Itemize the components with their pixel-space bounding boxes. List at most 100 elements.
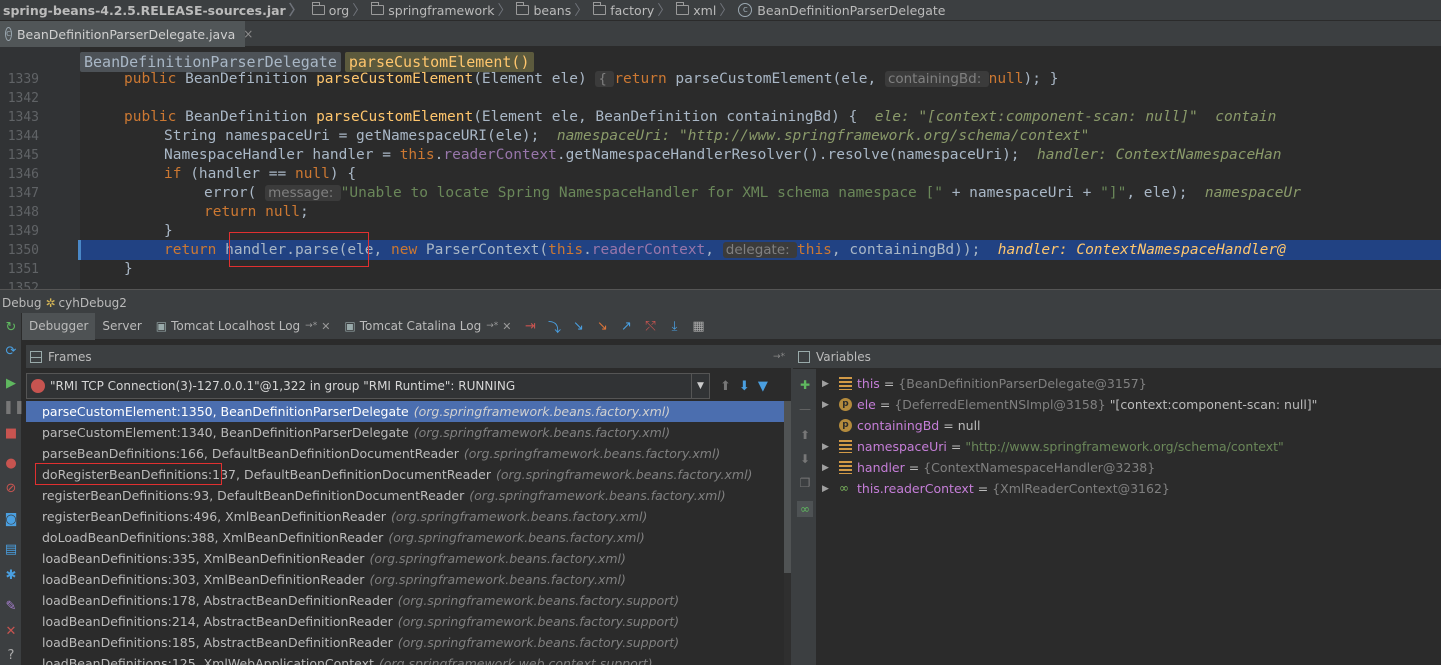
- code-editor[interactable]: 1339 1342 1343 1344 1345 1346 1347 1348 …: [0, 47, 1441, 296]
- log-icon: ▣: [155, 319, 168, 333]
- pin-icon[interactable]: →*: [305, 321, 317, 331]
- remove-watch-icon[interactable]: —: [797, 401, 813, 417]
- evaluate-expression-icon[interactable]: ▦: [690, 317, 708, 335]
- pin-icon[interactable]: →*: [486, 321, 498, 331]
- frame-row[interactable]: loadBeanDefinitions:335, XmlBeanDefiniti…: [26, 548, 784, 569]
- breadcrumb-folder-xml[interactable]: xml 〉: [676, 0, 738, 21]
- object-icon: [839, 377, 852, 390]
- mute-breakpoints-icon[interactable]: ⊘: [3, 482, 19, 496]
- tab-server[interactable]: Server: [95, 313, 148, 340]
- frame-row[interactable]: loadBeanDefinitions:303, XmlBeanDefiniti…: [26, 569, 784, 590]
- force-step-into-icon[interactable]: ↘: [594, 317, 612, 335]
- drop-frame-icon[interactable]: ⤲: [642, 317, 660, 335]
- variable-row[interactable]: ▶ ∞ this.readerContext = {XmlReaderContext@3…: [817, 478, 1170, 499]
- arrow-down-icon[interactable]: ⬇: [739, 379, 750, 394]
- close-icon[interactable]: ×: [243, 27, 253, 41]
- folder-icon: [516, 2, 530, 15]
- annotation-box-doregister-frame: [35, 463, 222, 485]
- frames-list[interactable]: parseCustomElement:1350, BeanDefinitionP…: [26, 401, 784, 665]
- variable-row[interactable]: p containingBd = null: [817, 415, 981, 436]
- breadcrumb-jar[interactable]: spring-beans-4.2.5.RELEASE-sources.jar 〉: [0, 0, 312, 21]
- variable-row[interactable]: ▶ p ele = {DeferredElementNSImpl@3158} "[cont…: [817, 394, 1317, 415]
- tab-tomcat-catalina-log[interactable]: ▣ Tomcat Catalina Log →* ✕: [337, 313, 518, 340]
- bug-icon: ✲: [45, 295, 56, 310]
- copy-icon[interactable]: ❐: [797, 475, 813, 491]
- object-icon: [839, 461, 852, 474]
- variable-row[interactable]: ▶ handler = {ContextNamespaceHandler@3238}: [817, 457, 1155, 478]
- chevron-down-icon[interactable]: ▼: [691, 374, 709, 398]
- close-icon[interactable]: ✕: [502, 320, 511, 333]
- breadcrumb-method-name[interactable]: parseCustomElement(): [344, 52, 534, 72]
- breadcrumb-folder-springframework[interactable]: springframework 〉: [371, 0, 516, 21]
- breadcrumb-folder-factory[interactable]: factory 〉: [593, 0, 676, 21]
- watch-icon: ∞: [839, 481, 849, 495]
- frame-row[interactable]: registerBeanDefinitions:93, DefaultBeanD…: [26, 485, 784, 506]
- breadcrumb-class-name[interactable]: BeanDefinitionParserDelegate: [80, 52, 341, 72]
- breadcrumb-class[interactable]: c BeanDefinitionParserDelegate: [738, 0, 945, 21]
- refresh-icon[interactable]: ⟳: [3, 345, 19, 359]
- frame-row[interactable]: parseCustomElement:1340, BeanDefinitionP…: [26, 422, 784, 443]
- step-out-icon[interactable]: ↗: [618, 317, 636, 335]
- frame-row[interactable]: loadBeanDefinitions:185, AbstractBeanDef…: [26, 632, 784, 653]
- arrow-up-icon[interactable]: ⬆: [797, 427, 813, 443]
- frame-row[interactable]: loadBeanDefinitions:214, AbstractBeanDef…: [26, 611, 784, 632]
- expand-icon[interactable]: ▶: [822, 463, 831, 473]
- pause-icon[interactable]: ❚❚: [3, 401, 25, 415]
- resume-icon[interactable]: ▶: [3, 377, 19, 391]
- expand-icon[interactable]: ▶: [822, 442, 831, 452]
- camera-icon[interactable]: ◙: [3, 513, 19, 527]
- stop-icon[interactable]: ■: [3, 427, 19, 441]
- variable-row[interactable]: ▶ namespaceUri = "http://www.springframewor…: [817, 436, 1284, 457]
- code-line-1343: public BeanDefinition parseCustomElement…: [124, 109, 1277, 125]
- expand-icon[interactable]: ▶: [822, 379, 831, 389]
- frame-row[interactable]: parseBeanDefinitions:166, DefaultBeanDef…: [26, 443, 784, 464]
- run-to-cursor-icon[interactable]: ⤓: [666, 317, 684, 335]
- annotation-box-handler-parse: [229, 232, 369, 267]
- watches-toggle-icon[interactable]: ∞: [797, 501, 813, 517]
- expand-icon[interactable]: ▶: [822, 484, 831, 494]
- settings-icon[interactable]: ✱: [3, 569, 19, 583]
- variables-tree[interactable]: ▶ this = {BeanDefinitionParserDelegate@3157…: [817, 373, 1441, 665]
- new-watch-icon[interactable]: ✚: [797, 377, 813, 393]
- show-execution-point-icon[interactable]: ⇥: [522, 317, 540, 335]
- rerun-icon[interactable]: ↻: [3, 321, 19, 335]
- thread-icon: [31, 379, 45, 393]
- expand-icon[interactable]: ▶: [822, 400, 831, 410]
- frame-row[interactable]: parseCustomElement:1350, BeanDefinitionP…: [26, 401, 784, 422]
- frame-row[interactable]: loadBeanDefinitions:125, XmlWebApplicati…: [26, 653, 784, 665]
- code-line-1345: NamespaceHandler handler = this.readerCo…: [164, 147, 1282, 163]
- variable-row[interactable]: ▶ this = {BeanDefinitionParserDelegate@3157…: [817, 373, 1147, 394]
- step-into-icon[interactable]: ↘: [570, 317, 588, 335]
- code-line-1351: }: [124, 261, 133, 277]
- tab-debugger[interactable]: Debugger: [22, 312, 96, 340]
- frame-row[interactable]: doLoadBeanDefinitions:388, XmlBeanDefini…: [26, 527, 784, 548]
- thread-selector[interactable]: "RMI TCP Connection(3)-127.0.0.1"@1,322 …: [26, 373, 710, 399]
- layout-icon[interactable]: ▤: [3, 543, 19, 557]
- debug-title: Debug: [2, 295, 42, 310]
- help-icon[interactable]: ?: [3, 649, 19, 663]
- frame-row[interactable]: loadBeanDefinitions:178, AbstractBeanDef…: [26, 590, 784, 611]
- close-icon[interactable]: ✕: [321, 320, 330, 333]
- folder-icon: [593, 2, 607, 15]
- filter-icon[interactable]: ▼: [758, 379, 768, 394]
- debug-left-toolbar: ↻ ⟳ ▶ ❚❚ ■ ● ⊘ ◙ ▤ ✱ ✎ ✕ ?: [0, 313, 25, 665]
- tab-file[interactable]: c BeanDefinitionParserDelegate.java ×: [0, 21, 253, 47]
- tab-tomcat-localhost-log[interactable]: ▣ Tomcat Localhost Log →* ✕: [149, 313, 338, 340]
- breadcrumb-folder-org[interactable]: org 〉: [311, 0, 372, 21]
- code-line-1347: error( message: "Unable to locate Spring…: [204, 185, 1301, 201]
- arrow-down-icon[interactable]: ⬇: [797, 451, 813, 467]
- arrow-up-icon[interactable]: ⬆: [720, 379, 731, 394]
- restore-layout-icon[interactable]: →*: [773, 352, 785, 362]
- variables-header: Variables: [793, 345, 1441, 369]
- frame-row[interactable]: registerBeanDefinitions:496, XmlBeanDefi…: [26, 506, 784, 527]
- frames-scrollbar[interactable]: [784, 401, 791, 665]
- step-over-icon[interactable]: ⤵: [546, 317, 564, 336]
- line-number: 1339: [7, 72, 39, 87]
- close-icon[interactable]: ✕: [3, 625, 19, 639]
- method-breadcrumb: BeanDefinitionParserDelegate parseCustom…: [80, 52, 534, 72]
- scrollbar-thumb[interactable]: [784, 401, 791, 573]
- view-breakpoints-icon[interactable]: ●: [3, 457, 19, 471]
- breadcrumb-folder-beans[interactable]: beans 〉: [516, 0, 593, 21]
- debug-toolwindow-title: Debug ✲ cyhDebug2: [0, 292, 1441, 313]
- pin-icon[interactable]: ✎: [3, 600, 19, 614]
